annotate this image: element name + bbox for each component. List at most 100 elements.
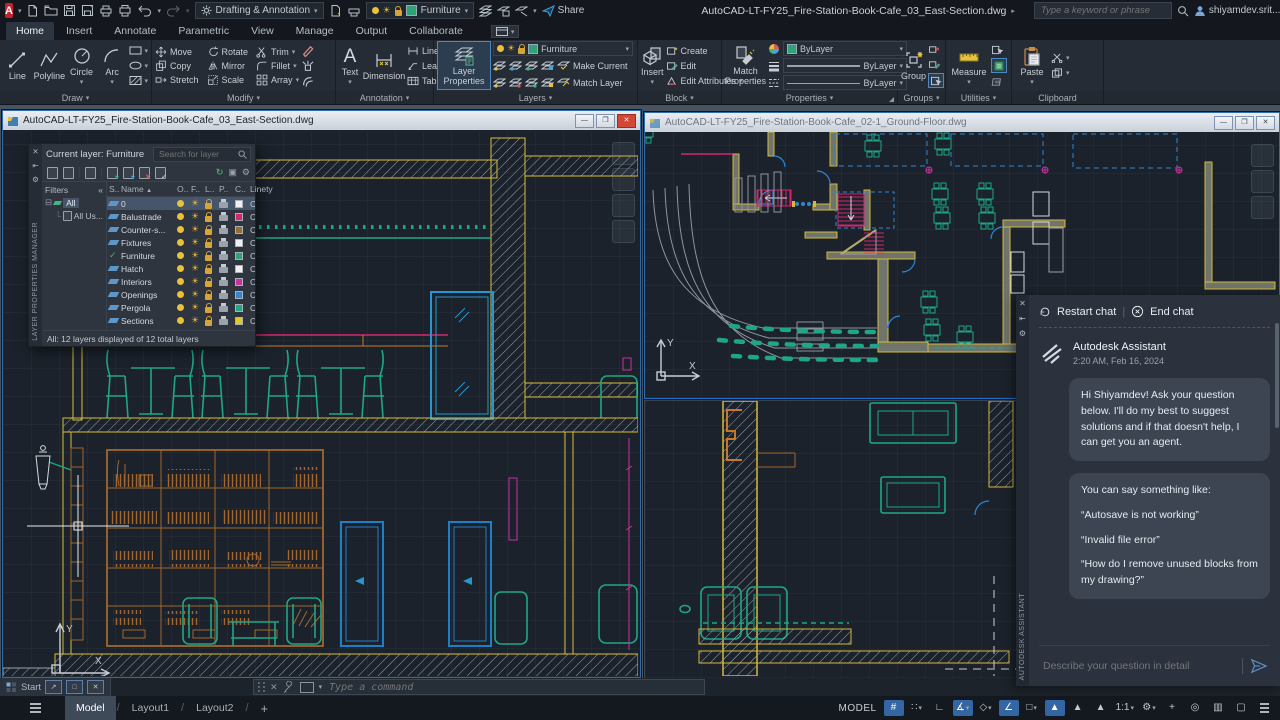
- arc-button[interactable]: Arc▾: [98, 45, 127, 87]
- layer-merge-icon[interactable]: [525, 77, 538, 88]
- freeze-icon[interactable]: ☀: [191, 199, 205, 208]
- assistant-scrollbar[interactable]: [1275, 323, 1279, 428]
- save-as-icon[interactable]: [81, 4, 94, 17]
- doc-restore-button[interactable]: ❒: [596, 114, 615, 128]
- navigation-bar[interactable]: [1251, 144, 1274, 219]
- command-close-icon[interactable]: ✕: [270, 682, 278, 693]
- layer-properties-button[interactable]: Layer Properties: [437, 41, 491, 90]
- layer-row-current[interactable]: ✓Furniture☀Contin: [107, 249, 255, 262]
- color-swatch[interactable]: [235, 278, 243, 286]
- filter-all-used[interactable]: └All Us...: [45, 209, 103, 222]
- on-icon[interactable]: [177, 317, 184, 324]
- match-properties-button[interactable]: Match Properties: [725, 44, 766, 87]
- sort-asc-icon[interactable]: ▲: [146, 188, 152, 194]
- on-icon[interactable]: [177, 239, 184, 246]
- workspace-dropdown[interactable]: Drafting & Annotation ▾: [195, 2, 324, 19]
- annotation-visibility-icon[interactable]: ▲: [1045, 700, 1065, 716]
- clean-screen-icon[interactable]: ▢: [1231, 700, 1251, 716]
- trim-button[interactable]: Trim▾: [256, 45, 299, 58]
- suggestion-item[interactable]: “How do I remove unused blocks from my d…: [1081, 557, 1258, 589]
- tab-model[interactable]: Model: [65, 696, 116, 720]
- lock-icon[interactable]: [205, 320, 212, 326]
- search-input[interactable]: [1039, 4, 1167, 17]
- ortho-mode-icon[interactable]: ∟: [930, 700, 950, 716]
- new-vp-frozen-layer-icon[interactable]: [123, 167, 134, 179]
- color-swatch[interactable]: [235, 304, 243, 312]
- doc-close-button[interactable]: ✕: [1256, 116, 1275, 130]
- minimized-close-button[interactable]: ✕: [87, 680, 104, 694]
- linetype-dropdown[interactable]: ByLayer▾: [783, 75, 907, 90]
- plotter-icon[interactable]: [347, 4, 361, 17]
- orbit-icon[interactable]: [612, 220, 635, 243]
- new-file-icon[interactable]: [26, 4, 39, 17]
- quick-select-button[interactable]: [991, 43, 1007, 56]
- explode-button[interactable]: [301, 59, 314, 72]
- plot-icon[interactable]: [219, 254, 228, 260]
- assistant-close-icon[interactable]: ✕: [1019, 299, 1026, 308]
- annotation-autoscale-icon[interactable]: ▲: [1068, 700, 1088, 716]
- tab-layout2[interactable]: Layout2: [185, 696, 244, 720]
- polar-tracking-icon[interactable]: ∡▾: [953, 700, 973, 716]
- end-chat-button[interactable]: End chat: [1150, 306, 1193, 318]
- layer-row[interactable]: 0☀Contin: [107, 197, 255, 210]
- layer-dropdown[interactable]: ☀ Furniture ▾: [493, 41, 633, 56]
- command-chevron-icon[interactable]: ▾: [319, 683, 323, 691]
- delete-duplicates-button[interactable]: [991, 75, 1007, 88]
- assistant-input-bar[interactable]: [1039, 645, 1270, 686]
- layer-freeze-all-icon[interactable]: [509, 77, 522, 88]
- freeze-icon[interactable]: ☀: [191, 251, 205, 260]
- on-icon[interactable]: [177, 304, 184, 311]
- on-icon[interactable]: [177, 252, 184, 259]
- ellipse-button[interactable]: ▾: [129, 59, 149, 72]
- tab-view[interactable]: View: [241, 22, 284, 40]
- pan-icon[interactable]: [612, 168, 635, 191]
- background-canvas[interactable]: [645, 401, 1018, 678]
- annotation-monitor-icon[interactable]: ▲: [1091, 700, 1111, 716]
- share-button[interactable]: Share: [542, 5, 585, 17]
- on-icon[interactable]: [177, 226, 184, 233]
- layer-state-icon[interactable]: [497, 5, 510, 17]
- east-section-titlebar[interactable]: AutoCAD-LT-FY25_Fire-Station-Book-Cafe_0…: [3, 111, 640, 130]
- color-swatch[interactable]: [235, 291, 243, 299]
- suggestion-item[interactable]: “Invalid file error”: [1081, 533, 1258, 549]
- lock-icon[interactable]: [205, 229, 212, 235]
- plot-icon[interactable]: [219, 215, 228, 221]
- pan-icon[interactable]: [1251, 170, 1274, 193]
- layer-freeze-icon[interactable]: [509, 60, 522, 71]
- match-layer-button[interactable]: Match Layer: [557, 76, 623, 89]
- layer-off-icon[interactable]: [493, 60, 506, 71]
- doc-close-button[interactable]: ✕: [617, 114, 636, 128]
- filter-all[interactable]: ⊟All: [45, 196, 103, 209]
- layout-menu-icon[interactable]: [30, 707, 41, 709]
- snap-mode-icon[interactable]: ∷▾: [907, 700, 927, 716]
- text-button[interactable]: A Text▾: [339, 45, 361, 87]
- global-search[interactable]: [1034, 2, 1172, 19]
- rectangle-button[interactable]: ▾: [129, 44, 149, 57]
- open-file-icon[interactable]: [44, 4, 58, 17]
- layer-row[interactable]: Hatch☀Contin: [107, 262, 255, 275]
- erase-button[interactable]: [301, 44, 314, 57]
- app-menu-chevron-icon[interactable]: ▾: [18, 7, 22, 15]
- array-button[interactable]: Array▾: [256, 73, 299, 86]
- freeze-icon[interactable]: ☀: [191, 290, 205, 299]
- tab-home[interactable]: Home: [6, 22, 54, 40]
- set-current-layer-icon[interactable]: [155, 167, 166, 179]
- lpm-close-icon[interactable]: ✕: [32, 147, 38, 156]
- modify-panel-label[interactable]: Modify▾: [152, 91, 335, 104]
- lock-icon[interactable]: [205, 307, 212, 313]
- properties-panel-label[interactable]: Properties▾: [722, 91, 897, 104]
- draw-panel-label[interactable]: Draw▾: [0, 91, 151, 104]
- on-icon[interactable]: [177, 213, 184, 220]
- dimension-button[interactable]: Dimension: [363, 49, 405, 82]
- doc-minimize-button[interactable]: —: [575, 114, 594, 128]
- lock-icon[interactable]: [205, 242, 212, 248]
- color-swatch[interactable]: [235, 265, 243, 273]
- rotate-button[interactable]: Rotate: [207, 45, 249, 58]
- layer-lock-icon[interactable]: [541, 60, 554, 71]
- quick-layer-dropdown[interactable]: ☀ Furniture ▾: [366, 2, 475, 19]
- doc-minimize-button[interactable]: —: [1214, 116, 1233, 130]
- print-icon[interactable]: [118, 4, 132, 17]
- layer-row[interactable]: Counter-s...☀Contin: [107, 223, 255, 236]
- object-snap-icon[interactable]: □▾: [1022, 700, 1042, 716]
- lock-icon[interactable]: [205, 216, 212, 222]
